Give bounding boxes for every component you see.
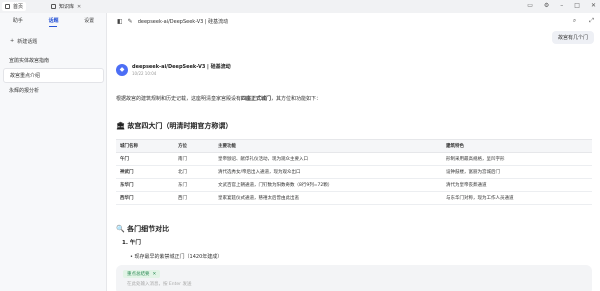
settings-icon[interactable]: ⚙: [544, 2, 549, 9]
table-header-row: 城门名称 方位 主要功能 建筑特色: [116, 139, 592, 153]
gate-direction: 南门: [174, 152, 214, 166]
home-icon: [5, 4, 10, 9]
sidebar: 助手 话题 设置 + 新建话题 宣鹃实体故宫指南 故宫重点介绍 永辉的报分析: [0, 13, 107, 291]
subsection-title: 1. 午门: [122, 240, 141, 246]
gate-name: 神武门: [116, 165, 174, 179]
conversation-item-active[interactable]: 故宫重点介绍: [3, 68, 104, 83]
new-topic-button[interactable]: + 新建话题: [10, 38, 37, 45]
section-title-details: 🔍 各门细节对比: [116, 225, 170, 233]
close-icon[interactable]: ✕: [591, 2, 596, 9]
tab-knowledge-base-label: 知识库: [59, 4, 75, 10]
header-actions: ⌕ ⤢: [573, 17, 594, 25]
chip-label: 重点总结要: [127, 272, 150, 277]
chip-close-icon[interactable]: ✕: [153, 272, 157, 277]
conversation-item[interactable]: 宣鹃实体故宫指南: [3, 53, 104, 68]
gate-features: 形制采用最高规格，呈凹字形: [442, 152, 592, 166]
conversation-item[interactable]: 永辉的报分析: [3, 83, 104, 98]
tab-home[interactable]: 首页: [2, 2, 27, 11]
deepseek-avatar-icon: ◆: [116, 63, 128, 76]
plus-icon: +: [10, 38, 15, 44]
message-input-placeholder: 在此处输入消息，按 Enter 发送: [127, 282, 192, 287]
gate-function: 清代选秀女/帝后出入通道，现为观众出口: [214, 165, 386, 179]
chat-header: ◧ ✎ deepseek-ai/DeepSeek-V3 | 硅基流动 ⌕ ⤢: [108, 15, 600, 27]
gate-name: 西华门: [116, 191, 174, 205]
new-topic-label: 新建话题: [17, 39, 38, 45]
gate-direction: 东门: [174, 178, 214, 192]
intro-prefix: 根据故宫的建筑规制和历史记载，这座明清皇家宫殿设有: [116, 96, 242, 102]
gate-spacer: [386, 191, 442, 205]
title-bar: 首页 知识库 ✕ ▭ ⚙ – □ ✕: [0, 0, 600, 13]
window-controls: ▭ ⚙ – □ ✕: [527, 2, 596, 9]
col-direction: 方位: [174, 139, 214, 153]
user-message: 故宫有几个门: [551, 31, 594, 44]
gate-function: 皇家宴筵仪式通道，慈禧太后曾由此出逃: [214, 191, 386, 205]
gate-spacer: [386, 165, 442, 179]
gate-features: 与东华门对称，现为工作人员通道: [442, 191, 592, 205]
gate-spacer: [386, 178, 442, 192]
tab-assistant[interactable]: 助手: [13, 17, 23, 24]
maximize-icon[interactable]: □: [574, 2, 580, 9]
gate-function: 皇帝颁诏、献俘礼仪活动，现为观众主要入口: [214, 152, 386, 166]
edit-icon[interactable]: ✎: [128, 18, 133, 25]
gate-function: 文武百官上朝通道，门钉数为阳数奇数（8行9列=72颗）: [214, 178, 386, 192]
minimize-icon[interactable]: –: [560, 2, 563, 9]
col-spacer: [386, 139, 442, 153]
model-title[interactable]: deepseek-ai/DeepSeek-V3 | 硅基流动: [138, 18, 228, 25]
col-function: 主要功能: [214, 139, 386, 153]
summary-chip[interactable]: 重点总结要 ✕: [123, 270, 161, 278]
bullet-item: • 现存最早的紫禁城正门（1420年建成）: [130, 254, 223, 260]
col-gate-name: 城门名称: [116, 139, 174, 153]
conversation-list: 宣鹃实体故宫指南 故宫重点介绍 永辉的报分析: [3, 53, 104, 98]
gate-spacer: [386, 152, 442, 166]
table-row: 午门 南门 皇帝颁诏、献俘礼仪活动，现为观众主要入口 形制采用最高规格，呈凹字形: [116, 152, 592, 166]
gate-direction: 北门: [174, 165, 214, 179]
tab-knowledge-base[interactable]: 知识库 ✕: [48, 2, 84, 11]
layout-icon[interactable]: ▭: [527, 2, 533, 9]
gate-features: 清代为皇帝丧葬通道: [442, 178, 592, 192]
table-row: 西华门 西门 皇家宴筵仪式通道，慈禧太后曾由此出逃 与东华门对称，现为工作人员通…: [116, 191, 592, 205]
chat-area: ◧ ✎ deepseek-ai/DeepSeek-V3 | 硅基流动 ⌕ ⤢ 故…: [108, 13, 600, 291]
bot-timestamp: 10/22 10:04: [132, 71, 157, 76]
sidebar-tabs: 助手 话题 设置: [0, 17, 107, 27]
gate-direction: 西门: [174, 191, 214, 205]
intro-bold: 四座正式城门: [241, 96, 272, 102]
tab-settings[interactable]: 设置: [84, 17, 94, 24]
gates-table: 城门名称 方位 主要功能 建筑特色 午门 南门 皇帝颁诏、献俘礼仪活动，现为观众…: [116, 139, 592, 205]
tab-topics[interactable]: 话题: [48, 17, 58, 27]
expand-icon[interactable]: ⤢: [589, 17, 594, 25]
gate-features: 设钟鼓楼，富丽为宫城后门: [442, 165, 592, 179]
message-input-box[interactable]: 重点总结要 ✕ 在此处输入消息，按 Enter 发送: [116, 265, 592, 291]
gate-name: 午门: [116, 152, 174, 166]
tab-home-label: 首页: [13, 4, 24, 10]
close-tab-icon[interactable]: ✕: [77, 4, 81, 10]
bot-message-header: ◆ deepseek-ai/DeepSeek-V3 | 硅基流动 10/22 1…: [116, 63, 231, 76]
bot-name: deepseek-ai/DeepSeek-V3 | 硅基流动: [132, 64, 231, 70]
gate-name: 东华门: [116, 178, 174, 192]
intro-text: 根据故宫的建筑规制和历史记载，这座明清皇家宫殿设有四座正式城门，其方位和功能如下…: [116, 95, 586, 102]
book-icon: [51, 4, 56, 9]
intro-suffix: ，其方位和功能如下：: [271, 96, 322, 102]
sidebar-toggle-icon[interactable]: ◧: [117, 18, 123, 25]
col-features: 建筑特色: [442, 139, 592, 153]
section-title-gates: 🏛 故宫四大门（明清时期官方称谓）: [116, 122, 233, 130]
search-icon[interactable]: ⌕: [573, 17, 576, 25]
table-row: 东华门 东门 文武百官上朝通道，门钉数为阳数奇数（8行9列=72颗） 清代为皇帝…: [116, 178, 592, 192]
table-row: 神武门 北门 清代选秀女/帝后出入通道，现为观众出口 设钟鼓楼，富丽为宫城后门: [116, 165, 592, 179]
